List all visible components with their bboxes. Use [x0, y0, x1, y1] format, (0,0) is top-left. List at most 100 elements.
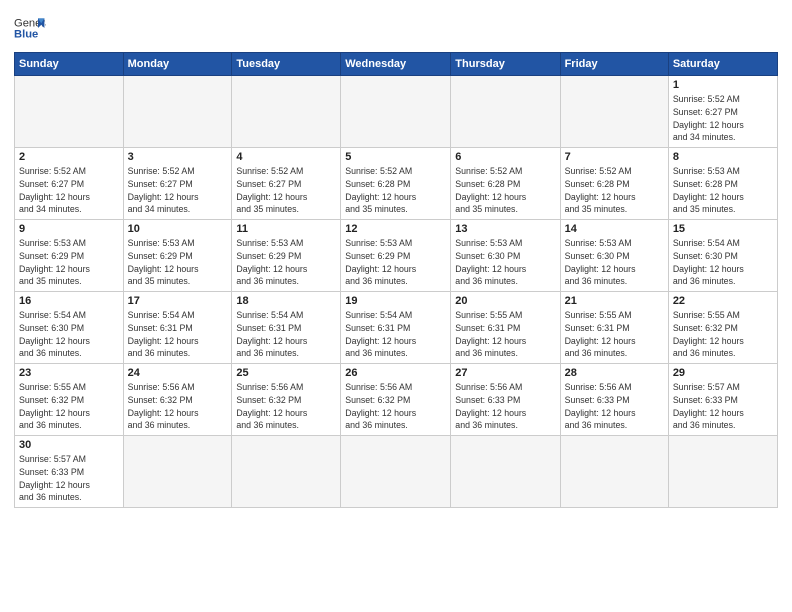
day-info: Sunrise: 5:53 AM Sunset: 6:29 PM Dayligh… [19, 237, 119, 288]
calendar-cell [560, 436, 668, 508]
calendar-cell: 24 Sunrise: 5:56 AM Sunset: 6:32 PM Dayli… [123, 364, 232, 436]
day-number: 2 [19, 151, 119, 163]
day-info: Sunrise: 5:56 AM Sunset: 6:33 PM Dayligh… [565, 381, 664, 432]
calendar-cell [451, 76, 560, 148]
weekday-header-row: SundayMondayTuesdayWednesdayThursdayFrid… [15, 53, 778, 76]
day-number: 17 [128, 295, 228, 307]
day-info: Sunrise: 5:53 AM Sunset: 6:28 PM Dayligh… [673, 165, 773, 216]
calendar-week-row-2: 2 Sunrise: 5:52 AM Sunset: 6:27 PM Daylig… [15, 148, 778, 220]
calendar-cell: 6Sunrise: 5:52 AM Sunset: 6:28 PM Daylig… [451, 148, 560, 220]
calendar-cell: 20 Sunrise: 5:55 AM Sunset: 6:31 PM Dayli… [451, 292, 560, 364]
day-number: 20 [455, 295, 555, 307]
calendar-week-row-5: 23 Sunrise: 5:55 AM Sunset: 6:32 PM Dayli… [15, 364, 778, 436]
calendar-cell: 11Sunrise: 5:53 AM Sunset: 6:29 PM Dayli… [232, 220, 341, 292]
day-info: Sunrise: 5:57 AM Sunset: 6:33 PM Dayligh… [19, 453, 119, 504]
page: General Blue SundayMondayTuesdayWednesda… [0, 0, 792, 612]
day-number: 24 [128, 367, 228, 379]
day-number: 14 [565, 223, 664, 235]
day-info: Sunrise: 5:52 AM Sunset: 6:27 PM Dayligh… [128, 165, 228, 216]
day-number: 15 [673, 223, 773, 235]
day-number: 1 [673, 79, 773, 91]
calendar-cell: 30 Sunrise: 5:57 AM Sunset: 6:33 PM Dayli… [15, 436, 124, 508]
day-number: 4 [236, 151, 336, 163]
calendar-cell: 29Sunrise: 5:57 AM Sunset: 6:33 PM Dayli… [668, 364, 777, 436]
calendar-cell [341, 76, 451, 148]
day-info: Sunrise: 5:54 AM Sunset: 6:31 PM Dayligh… [128, 309, 228, 360]
calendar-cell: 1 Sunrise: 5:52 AM Sunset: 6:27 PM Daylig… [668, 76, 777, 148]
day-info: Sunrise: 5:54 AM Sunset: 6:31 PM Dayligh… [345, 309, 446, 360]
calendar-cell: 19 Sunrise: 5:54 AM Sunset: 6:31 PM Dayli… [341, 292, 451, 364]
day-number: 9 [19, 223, 119, 235]
day-info: Sunrise: 5:54 AM Sunset: 6:31 PM Dayligh… [236, 309, 336, 360]
day-info: Sunrise: 5:55 AM Sunset: 6:32 PM Dayligh… [673, 309, 773, 360]
calendar-cell [232, 436, 341, 508]
calendar-cell: 28 Sunrise: 5:56 AM Sunset: 6:33 PM Dayli… [560, 364, 668, 436]
calendar-cell [341, 436, 451, 508]
calendar-cell [560, 76, 668, 148]
day-info: Sunrise: 5:52 AM Sunset: 6:27 PM Dayligh… [673, 93, 773, 144]
generalblue-logo-icon: General Blue [14, 12, 46, 44]
day-number: 10 [128, 223, 228, 235]
day-number: 21 [565, 295, 664, 307]
day-number: 13 [455, 223, 555, 235]
calendar-cell: 2Sunrise: 5:52 AM Sunset: 6:27 PM Daylig… [15, 148, 124, 220]
day-info: Sunrise: 5:52 AM Sunset: 6:28 PM Dayligh… [345, 165, 446, 216]
calendar-cell [123, 76, 232, 148]
day-info: Sunrise: 5:57 AM Sunset: 6:33 PM Dayligh… [673, 381, 773, 432]
day-info: Sunrise: 5:53 AM Sunset: 6:29 PM Dayligh… [345, 237, 446, 288]
calendar-cell: 14 Sunrise: 5:53 AM Sunset: 6:30 PM Dayli… [560, 220, 668, 292]
day-info: Sunrise: 5:56 AM Sunset: 6:33 PM Dayligh… [455, 381, 555, 432]
calendar-cell: 3 Sunrise: 5:52 AM Sunset: 6:27 PM Daylig… [123, 148, 232, 220]
day-number: 27 [455, 367, 555, 379]
day-info: Sunrise: 5:53 AM Sunset: 6:30 PM Dayligh… [565, 237, 664, 288]
calendar-cell: 17 Sunrise: 5:54 AM Sunset: 6:31 PM Dayli… [123, 292, 232, 364]
calendar-cell: 26 Sunrise: 5:56 AM Sunset: 6:32 PM Dayli… [341, 364, 451, 436]
calendar-cell [451, 436, 560, 508]
calendar-cell [668, 436, 777, 508]
day-info: Sunrise: 5:56 AM Sunset: 6:32 PM Dayligh… [128, 381, 228, 432]
day-number: 22 [673, 295, 773, 307]
day-number: 3 [128, 151, 228, 163]
calendar-cell: 23 Sunrise: 5:55 AM Sunset: 6:32 PM Dayli… [15, 364, 124, 436]
calendar-cell: 5Sunrise: 5:52 AM Sunset: 6:28 PM Daylig… [341, 148, 451, 220]
day-number: 18 [236, 295, 336, 307]
day-number: 7 [565, 151, 664, 163]
day-info: Sunrise: 5:54 AM Sunset: 6:30 PM Dayligh… [673, 237, 773, 288]
calendar-week-row-3: 9 Sunrise: 5:53 AM Sunset: 6:29 PM Daylig… [15, 220, 778, 292]
weekday-header-wednesday: Wednesday [341, 53, 451, 76]
day-info: Sunrise: 5:53 AM Sunset: 6:30 PM Dayligh… [455, 237, 555, 288]
calendar-cell: 21Sunrise: 5:55 AM Sunset: 6:31 PM Dayli… [560, 292, 668, 364]
day-info: Sunrise: 5:56 AM Sunset: 6:32 PM Dayligh… [345, 381, 446, 432]
day-number: 23 [19, 367, 119, 379]
calendar-cell: 18 Sunrise: 5:54 AM Sunset: 6:31 PM Dayli… [232, 292, 341, 364]
calendar-cell: 16 Sunrise: 5:54 AM Sunset: 6:30 PM Dayli… [15, 292, 124, 364]
calendar-week-row-4: 16 Sunrise: 5:54 AM Sunset: 6:30 PM Dayli… [15, 292, 778, 364]
day-number: 6 [455, 151, 555, 163]
day-number: 12 [345, 223, 446, 235]
day-number: 19 [345, 295, 446, 307]
calendar-week-row-1: 1 Sunrise: 5:52 AM Sunset: 6:27 PM Daylig… [15, 76, 778, 148]
logo: General Blue [14, 12, 46, 44]
calendar-cell [123, 436, 232, 508]
day-info: Sunrise: 5:52 AM Sunset: 6:27 PM Dayligh… [236, 165, 336, 216]
day-info: Sunrise: 5:52 AM Sunset: 6:28 PM Dayligh… [565, 165, 664, 216]
day-number: 30 [19, 439, 119, 451]
day-number: 16 [19, 295, 119, 307]
day-number: 28 [565, 367, 664, 379]
weekday-header-sunday: Sunday [15, 53, 124, 76]
day-info: Sunrise: 5:53 AM Sunset: 6:29 PM Dayligh… [236, 237, 336, 288]
calendar-week-row-6: 30 Sunrise: 5:57 AM Sunset: 6:33 PM Dayli… [15, 436, 778, 508]
weekday-header-thursday: Thursday [451, 53, 560, 76]
day-info: Sunrise: 5:55 AM Sunset: 6:31 PM Dayligh… [455, 309, 555, 360]
day-info: Sunrise: 5:55 AM Sunset: 6:32 PM Dayligh… [19, 381, 119, 432]
day-number: 8 [673, 151, 773, 163]
calendar-cell [15, 76, 124, 148]
calendar-cell: 8 Sunrise: 5:53 AM Sunset: 6:28 PM Daylig… [668, 148, 777, 220]
calendar-cell [232, 76, 341, 148]
header: General Blue [14, 12, 778, 44]
day-info: Sunrise: 5:54 AM Sunset: 6:30 PM Dayligh… [19, 309, 119, 360]
calendar-cell: 15 Sunrise: 5:54 AM Sunset: 6:30 PM Dayli… [668, 220, 777, 292]
day-number: 26 [345, 367, 446, 379]
weekday-header-tuesday: Tuesday [232, 53, 341, 76]
calendar-cell: 25Sunrise: 5:56 AM Sunset: 6:32 PM Dayli… [232, 364, 341, 436]
